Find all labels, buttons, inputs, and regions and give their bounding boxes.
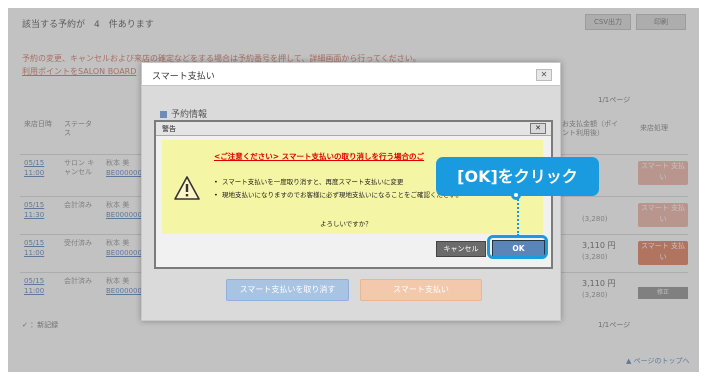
modal-close-button[interactable]: ✕ [536, 69, 552, 81]
warning-dialog-header: 警告 ✕ [156, 122, 551, 136]
confirm-question: よろしいですか？ [320, 220, 372, 228]
warning-cancel-button[interactable]: キャンセル [436, 241, 486, 257]
ok-button-highlight [487, 235, 548, 259]
warning-dialog-title: 警告 [162, 125, 176, 133]
warning-bullets: • スマート支払いを一度取り消すと、再度スマート支払いに変更 • 現地支払いにな… [214, 176, 462, 202]
cancel-smart-pay-button[interactable]: スマート支払いを取り消す [226, 279, 349, 301]
warning-triangle-icon [174, 176, 200, 200]
modal-title: スマート支払い [152, 72, 215, 82]
smart-pay-button[interactable]: スマート支払い [360, 279, 482, 301]
callout-pointer-dot [511, 190, 521, 200]
callout-connector [517, 196, 519, 236]
warning-close-button[interactable]: ✕ [530, 123, 546, 134]
warning-bullet-2-text: 現地支払いになりますのでお客様に必ず現地支払いになることをご確認ください。 [221, 191, 463, 199]
modal-header: スマート支払い ✕ [142, 63, 560, 86]
warning-bullet-2: • 現地支払いになりますのでお客様に必ず現地支払いになることをご確認ください。 [214, 191, 463, 199]
warning-bullet-1: • スマート支払いを一度取り消すと、再度スマート支払いに変更 [214, 178, 404, 186]
warning-bullet-1-text: スマート支払いを一度取り消すと、再度スマート支払いに変更 [221, 178, 404, 186]
warning-heading: <ご注意ください> スマート支払いの取り消しを行う場合のご [214, 152, 424, 161]
